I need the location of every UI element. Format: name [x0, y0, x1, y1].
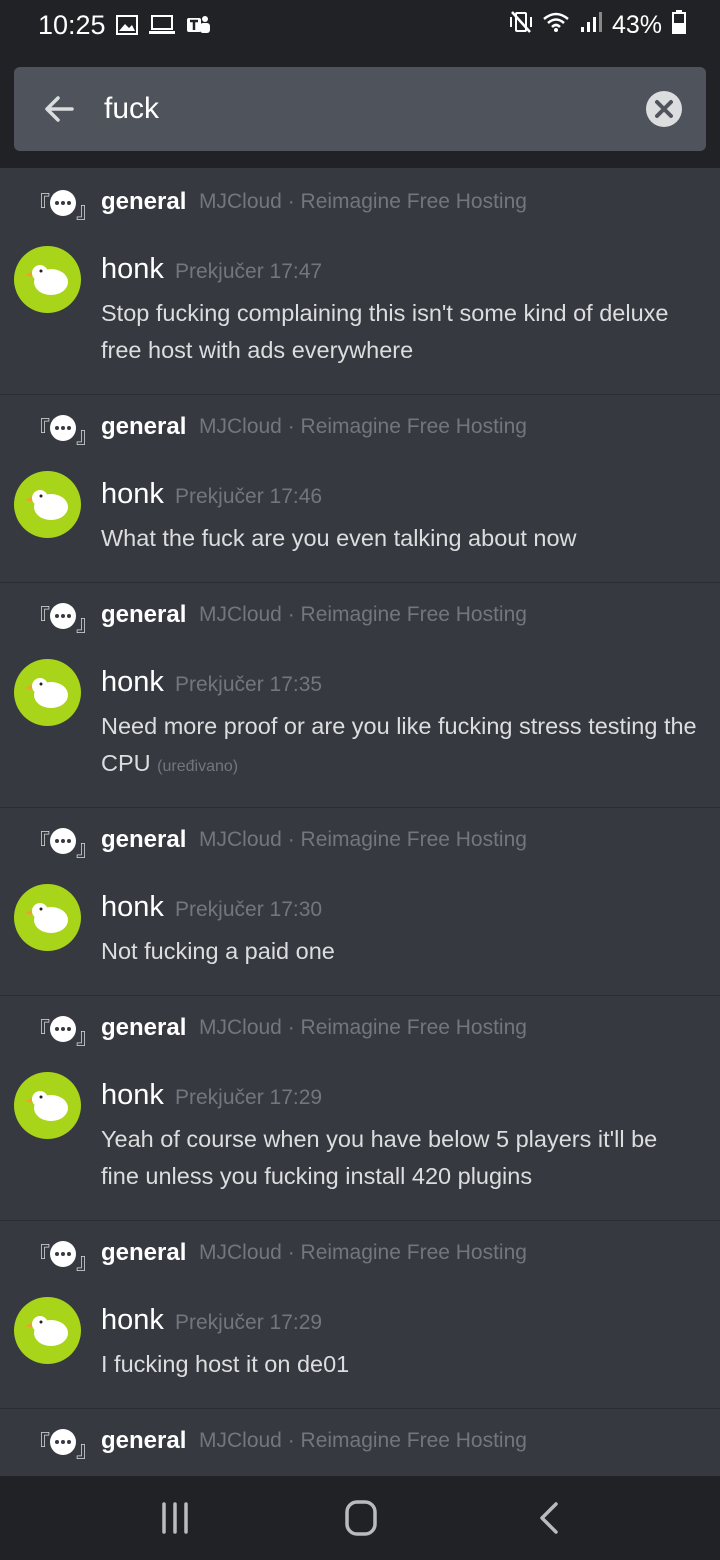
recent-apps-icon[interactable]: [150, 1496, 200, 1540]
guild-name: MJCloud · Reimagine Free Hosting: [199, 1241, 527, 1264]
svg-text:『: 『: [28, 831, 50, 856]
search-result[interactable]: 『』 general MJCloud · Reimagine Free Host…: [0, 583, 720, 808]
channel-row: 『』 general MJCloud · Reimagine Free Host…: [0, 1221, 720, 1287]
message-timestamp: Prekjučer 17:47: [175, 260, 323, 283]
message-text: Not fucking a paid one: [101, 938, 335, 964]
wifi-icon: [542, 11, 570, 40]
arrow-left-icon[interactable]: [40, 89, 80, 129]
message-content: Not fucking a paid one: [101, 933, 701, 970]
channel-row: 『』 general MJCloud · Reimagine Free Host…: [0, 395, 720, 461]
speech-bubble-icon: 『』: [28, 1012, 98, 1050]
image-icon: [116, 15, 138, 40]
laptop-icon: [148, 15, 176, 40]
message-timestamp: Prekjučer 17:29: [175, 1311, 323, 1334]
message-content: I fucking host it on de01: [101, 1346, 701, 1383]
author-name: honk: [101, 1304, 164, 1336]
avatar: [14, 884, 81, 951]
channel-name: general: [101, 601, 187, 628]
search-result[interactable]: 『』 general MJCloud · Reimagine Free Host…: [0, 1409, 720, 1476]
svg-text:』: 』: [76, 1438, 98, 1459]
svg-text:』: 』: [76, 1025, 98, 1046]
vibrate-mute-icon: [509, 10, 532, 41]
teams-icon: [186, 14, 212, 41]
svg-text:』: 』: [76, 1250, 98, 1271]
channel-name: general: [101, 188, 187, 215]
svg-text:』: 』: [76, 612, 98, 633]
svg-text:』: 』: [76, 424, 98, 445]
speech-bubble-icon: 『』: [28, 599, 98, 637]
svg-text:』: 』: [76, 837, 98, 858]
message-timestamp: Prekjučer 17:35: [175, 673, 323, 696]
back-icon[interactable]: [524, 1496, 574, 1540]
message-timestamp: Prekjučer 17:29: [175, 1086, 323, 1109]
avatar: [14, 246, 81, 313]
guild-name: MJCloud · Reimagine Free Hosting: [199, 1429, 527, 1452]
channel-row: 『』 general MJCloud · Reimagine Free Host…: [0, 996, 720, 1062]
channel-row: 『』 general MJCloud · Reimagine Free Host…: [0, 808, 720, 874]
search-result[interactable]: 『』 general MJCloud · Reimagine Free Host…: [0, 170, 720, 395]
battery-icon: [672, 10, 686, 41]
speech-bubble-icon: 『』: [28, 1237, 98, 1275]
home-icon[interactable]: [336, 1496, 386, 1540]
author-name: honk: [101, 666, 164, 698]
message-text: Stop fucking complaining this isn't some…: [101, 300, 669, 363]
search-results-list: 『』 general MJCloud · Reimagine Free Host…: [0, 170, 720, 1476]
svg-text:『: 『: [28, 418, 50, 443]
message-text: Yeah of course when you have below 5 pla…: [101, 1126, 658, 1189]
avatar: [14, 1072, 81, 1139]
speech-bubble-icon: 『』: [28, 411, 98, 449]
message-text: I fucking host it on de01: [101, 1351, 350, 1377]
search-result[interactable]: 『』 general MJCloud · Reimagine Free Host…: [0, 808, 720, 996]
message-content: Stop fucking complaining this isn't some…: [101, 295, 701, 369]
system-nav-bar: [0, 1476, 720, 1560]
author-name: honk: [101, 253, 164, 285]
avatar: [14, 471, 81, 538]
svg-text:『: 『: [28, 1244, 50, 1269]
message-content: What the fuck are you even talking about…: [101, 520, 701, 557]
signal-icon: [580, 11, 602, 40]
channel-row: 『』 general MJCloud · Reimagine Free Host…: [0, 1409, 720, 1475]
svg-text:『: 『: [28, 1432, 50, 1457]
svg-text:『: 『: [28, 1019, 50, 1044]
channel-name: general: [101, 413, 187, 440]
search-result[interactable]: 『』 general MJCloud · Reimagine Free Host…: [0, 1221, 720, 1409]
channel-name: general: [101, 826, 187, 853]
message-text: What the fuck are you even talking about…: [101, 525, 577, 551]
search-input[interactable]: [104, 67, 624, 151]
status-bar: 10:25 43%: [0, 0, 720, 52]
close-circle-icon[interactable]: [646, 91, 682, 127]
guild-name: MJCloud · Reimagine Free Hosting: [199, 828, 527, 851]
channel-name: general: [101, 1427, 187, 1454]
message-content: Need more proof or are you like fucking …: [101, 708, 701, 785]
message-content: Yeah of course when you have below 5 pla…: [101, 1121, 701, 1195]
search-header: [0, 52, 720, 168]
status-time: 10:25: [38, 10, 106, 40]
guild-name: MJCloud · Reimagine Free Hosting: [199, 603, 527, 626]
speech-bubble-icon: 『』: [28, 824, 98, 862]
author-name: honk: [101, 891, 164, 923]
search-box: [14, 67, 706, 151]
battery-percent: 43%: [611, 11, 662, 39]
author-name: honk: [101, 1079, 164, 1111]
svg-text:『: 『: [28, 606, 50, 631]
channel-row: 『』 general MJCloud · Reimagine Free Host…: [0, 583, 720, 649]
speech-bubble-icon: 『』: [28, 186, 98, 224]
avatar: [14, 1297, 81, 1364]
svg-text:』: 』: [76, 199, 98, 220]
channel-name: general: [101, 1239, 187, 1266]
avatar: [14, 659, 81, 726]
message-timestamp: Prekjučer 17:30: [175, 898, 323, 921]
guild-name: MJCloud · Reimagine Free Hosting: [199, 415, 527, 438]
channel-name: general: [101, 1014, 187, 1041]
message-timestamp: Prekjučer 17:46: [175, 485, 323, 508]
guild-name: MJCloud · Reimagine Free Hosting: [199, 190, 527, 213]
svg-text:『: 『: [28, 193, 50, 218]
channel-row: 『』 general MJCloud · Reimagine Free Host…: [0, 170, 720, 236]
author-name: honk: [101, 478, 164, 510]
edited-label: (uređivano): [157, 758, 239, 775]
search-result[interactable]: 『』 general MJCloud · Reimagine Free Host…: [0, 395, 720, 583]
speech-bubble-icon: 『』: [28, 1425, 98, 1463]
guild-name: MJCloud · Reimagine Free Hosting: [199, 1016, 527, 1039]
search-result[interactable]: 『』 general MJCloud · Reimagine Free Host…: [0, 996, 720, 1221]
